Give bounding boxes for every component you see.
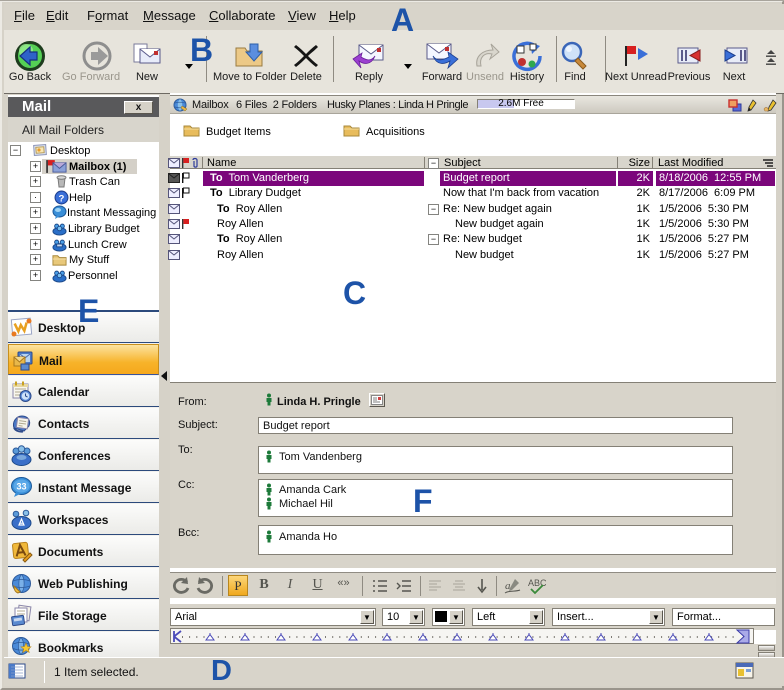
svg-text:33: 33 (16, 482, 26, 492)
svg-text:?: ? (59, 193, 65, 204)
svg-text:ABC: ABC (528, 578, 546, 588)
